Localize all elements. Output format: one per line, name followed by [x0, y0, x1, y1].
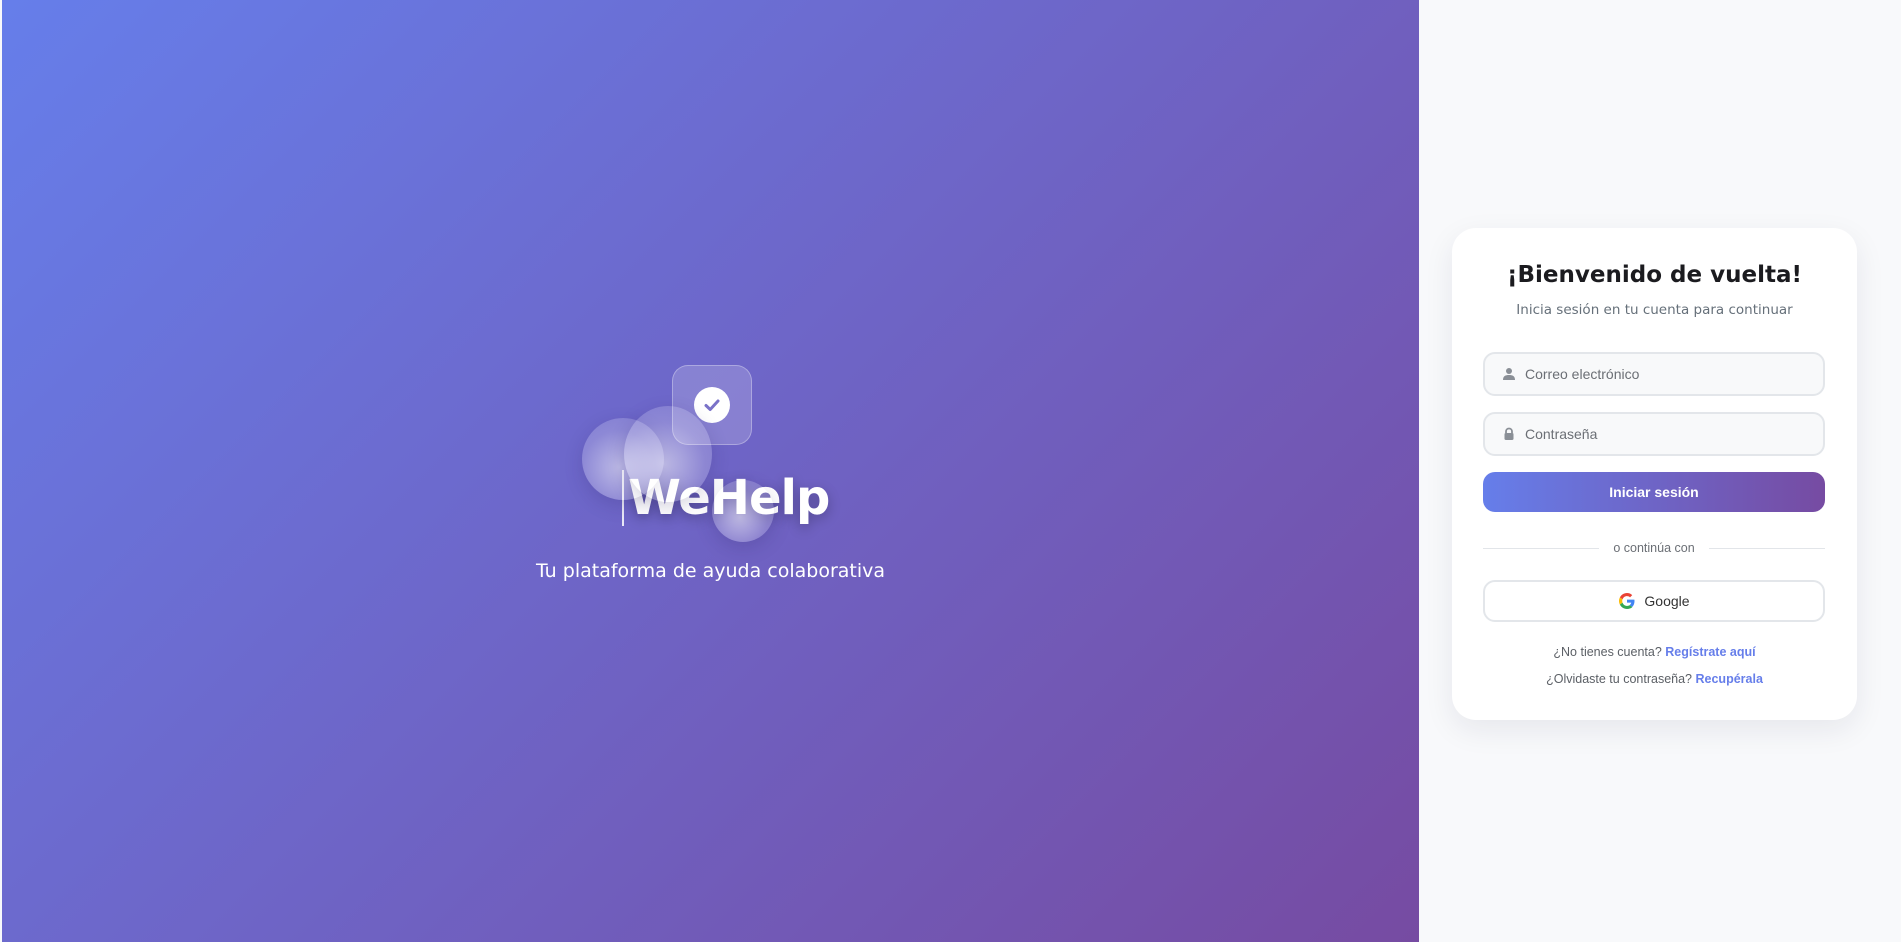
email-input[interactable] [1525, 366, 1815, 382]
login-title: ¡Bienvenido de vuelta! [1507, 262, 1802, 288]
email-field[interactable] [1483, 352, 1825, 396]
hero-tagline: Tu plataforma de ayuda colaborativa [535, 560, 886, 582]
hero-panel: WeHelp Tu plataforma de ayuda colaborati… [2, 0, 1419, 942]
divider-text: o continúa con [1613, 541, 1695, 555]
divider: o continúa con [1483, 540, 1825, 556]
register-prompt: ¿No tienes cuenta? Regístrate aquí [1452, 645, 1857, 659]
decorative-bubble [712, 480, 774, 542]
google-label: Google [1644, 593, 1690, 609]
login-card: ¡Bienvenido de vuelta! Inicia sesión en … [1452, 228, 1857, 720]
login-page: WeHelp Tu plataforma de ayuda colaborati… [0, 0, 1901, 942]
divider-line [1483, 547, 1600, 549]
register-link[interactable]: Regístrate aquí [1665, 645, 1755, 659]
password-input[interactable] [1525, 426, 1815, 442]
user-icon [1501, 366, 1517, 382]
decorative-bubble [624, 406, 712, 502]
google-login-button[interactable]: Google [1483, 580, 1825, 622]
divider-line [1708, 547, 1825, 549]
brand-logo: WeHelp [582, 360, 830, 560]
login-submit-button[interactable]: Iniciar sesión [1483, 472, 1825, 512]
google-icon [1618, 592, 1636, 610]
lock-icon [1501, 426, 1517, 442]
login-subtitle: Inicia sesión en tu cuenta para continua… [1516, 302, 1793, 318]
check-icon [694, 387, 730, 423]
recover-prompt: ¿Olvidaste tu contraseña? Recupérala [1452, 672, 1857, 686]
forgot-password-text: ¿Olvidaste tu contraseña? [1546, 672, 1693, 686]
no-account-text: ¿No tienes cuenta? [1553, 645, 1662, 659]
recover-password-link[interactable]: Recupérala [1696, 672, 1763, 686]
password-field[interactable] [1483, 412, 1825, 456]
